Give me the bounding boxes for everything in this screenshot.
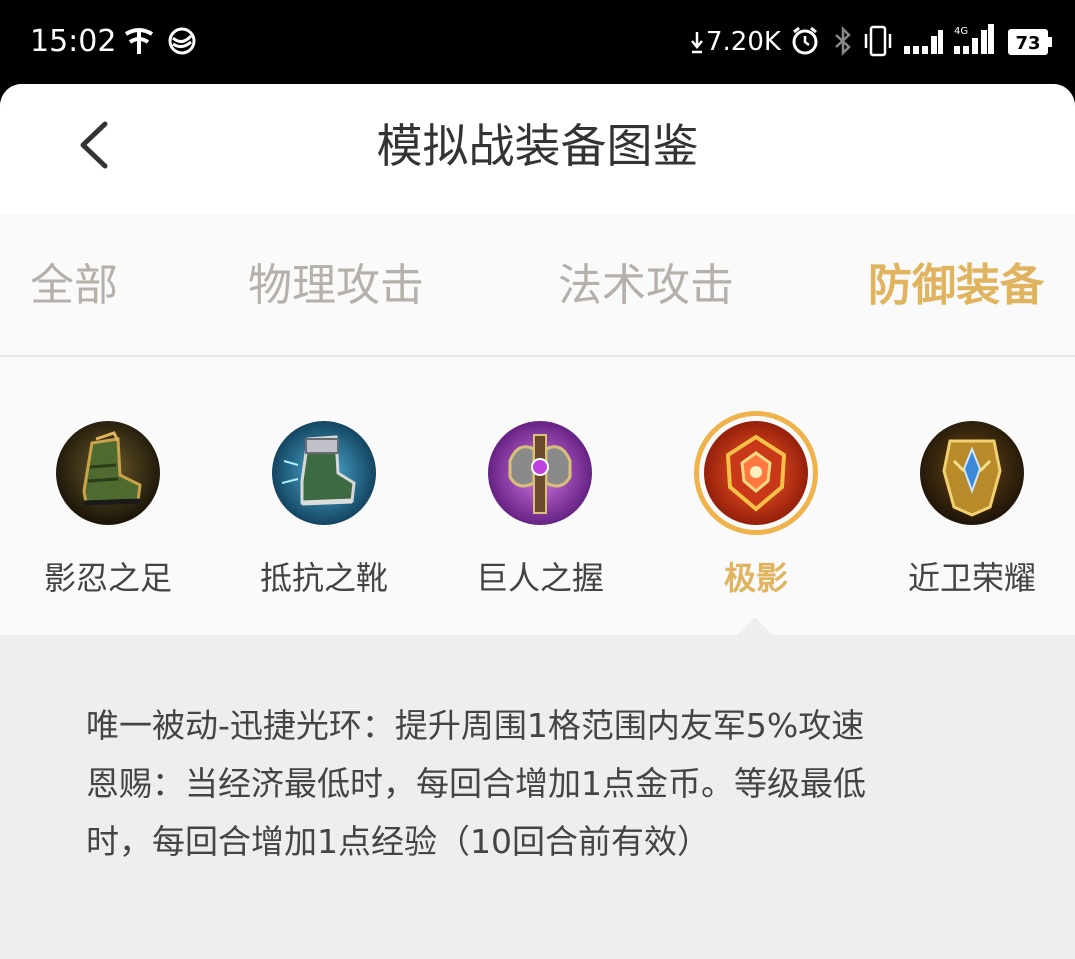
tab-defense-equipment[interactable]: 防御装备 — [868, 256, 1044, 316]
alarm-icon — [790, 26, 820, 60]
vibrate-icon — [862, 24, 894, 62]
equipment-item-label: 近卫荣耀 — [907, 559, 1036, 597]
download-arrow-icon — [690, 30, 704, 58]
armored-boot-icon — [272, 421, 376, 525]
equipment-item-label: 抵抗之靴 — [259, 559, 388, 597]
axe-icon — [488, 421, 592, 525]
bluetooth-icon — [834, 25, 852, 60]
battery-level: 73 — [1015, 33, 1040, 54]
equipment-item-label: 巨人之握 — [475, 559, 604, 597]
description-panel: 唯一被动-迅捷光环：提升周围1格范围内友军5%攻速 恩赐：当经济最低时，每回合增… — [0, 617, 1075, 959]
equipment-item-label: 影忍之足 — [43, 559, 172, 597]
equipment-list: 影忍之足 抵抗之靴 巨人之握 极影 近卫荣耀 — [0, 359, 1075, 635]
status-bar: 15:02 7.20K 4G 73 — [0, 0, 1075, 84]
selection-pointer — [736, 617, 774, 636]
equipment-item-giants-grip[interactable]: 巨人之握 — [432, 359, 648, 635]
signal-icon — [904, 30, 944, 58]
page-title: 模拟战装备图鉴 — [376, 119, 699, 173]
equipment-item-guardian-glory[interactable]: 近卫荣耀 — [864, 359, 1075, 635]
description-line: 时，每回合增加1点经验（10回合前有效） — [86, 822, 710, 861]
status-time: 15:02 — [30, 24, 117, 59]
signal-4g-icon: 4G — [954, 24, 996, 58]
description-line: 唯一被动-迅捷光环：提升周围1格范围内友军5%攻速 — [86, 706, 865, 745]
equipment-description: 唯一被动-迅捷光环：提升周围1格范围内友军5%攻速 恩赐：当经济最低时，每回合增… — [86, 697, 1006, 871]
tab-physical-attack[interactable]: 物理攻击 — [248, 256, 424, 316]
equipment-item-extreme-shadow[interactable]: 极影 — [648, 359, 864, 635]
equipment-item-resistance-boots[interactable]: 抵抗之靴 — [216, 359, 432, 635]
equipment-sheet: 模拟战装备图鉴 全部 物理攻击 法术攻击 防御装备 影忍之足 抵抗之靴 巨人之握… — [0, 84, 1075, 959]
description-line: 恩赐：当经济最低时，每回合增加1点金币。等级最低 — [86, 764, 866, 803]
battery-icon: 73 — [1008, 29, 1052, 59]
category-tabs: 全部 物理攻击 法术攻击 防御装备 — [0, 214, 1075, 357]
header: 模拟战装备图鉴 — [0, 84, 1075, 214]
tab-all[interactable]: 全部 — [30, 256, 118, 316]
equipment-item-label: 极影 — [723, 559, 788, 597]
gold-shield-icon — [920, 421, 1024, 525]
china-telecom-icon — [122, 26, 156, 60]
svg-text:4G: 4G — [954, 26, 968, 37]
network-speed: 7.20K — [706, 27, 781, 57]
tab-magic-attack[interactable]: 法术攻击 — [558, 256, 734, 316]
crest-icon — [694, 411, 818, 535]
china-mobile-icon — [167, 26, 197, 60]
equipment-item-shadow-ninja-feet[interactable]: 影忍之足 — [0, 359, 216, 635]
boot-icon — [56, 421, 160, 525]
